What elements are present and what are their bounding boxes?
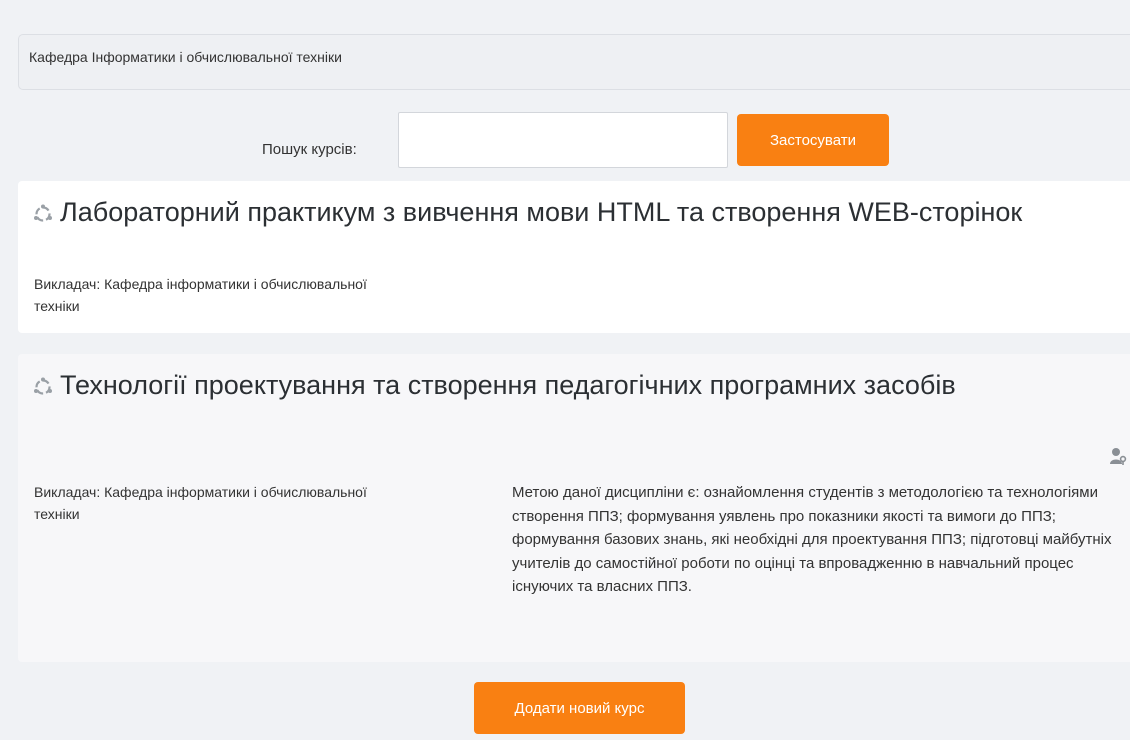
search-input[interactable] (398, 112, 728, 168)
course-category-page: Кафедра Інформатики і обчислювальної тех… (0, 0, 1130, 740)
apply-search-button[interactable]: Застосувати (737, 114, 889, 166)
course-icon (34, 204, 52, 222)
course-title-link[interactable]: Технології проектування та створення пед… (60, 372, 1082, 399)
course-icon (34, 377, 52, 395)
course-teacher: Викладач: Кафедра інформатики і обчислюв… (34, 484, 367, 522)
course-title-link[interactable]: Лабораторний практикум з вивчення мови H… (60, 199, 1082, 226)
course-teacher: Викладач: Кафедра інформатики і обчислюв… (34, 276, 367, 314)
category-description-text: Кафедра Інформатики і обчислювальної тех… (29, 49, 342, 65)
course-box: Лабораторний практикум з вивчення мови H… (18, 181, 1130, 333)
guest-access-key-icon (1110, 448, 1127, 465)
add-new-course-button[interactable]: Додати новий курс (474, 682, 685, 734)
search-label: Пошук курсів: (262, 141, 357, 158)
course-box: Технології проектування та створення пед… (18, 354, 1130, 662)
course-heading: Технології проектування та створення пед… (32, 372, 1082, 399)
course-heading: Лабораторний практикум з вивчення мови H… (32, 199, 1082, 226)
course-summary: Метою даної дисципліни є: ознайомлення с… (512, 484, 1112, 595)
category-description: Кафедра Інформатики і обчислювальної тех… (18, 34, 1130, 90)
course-search-form: Пошук курсів: Застосувати (0, 112, 1130, 168)
